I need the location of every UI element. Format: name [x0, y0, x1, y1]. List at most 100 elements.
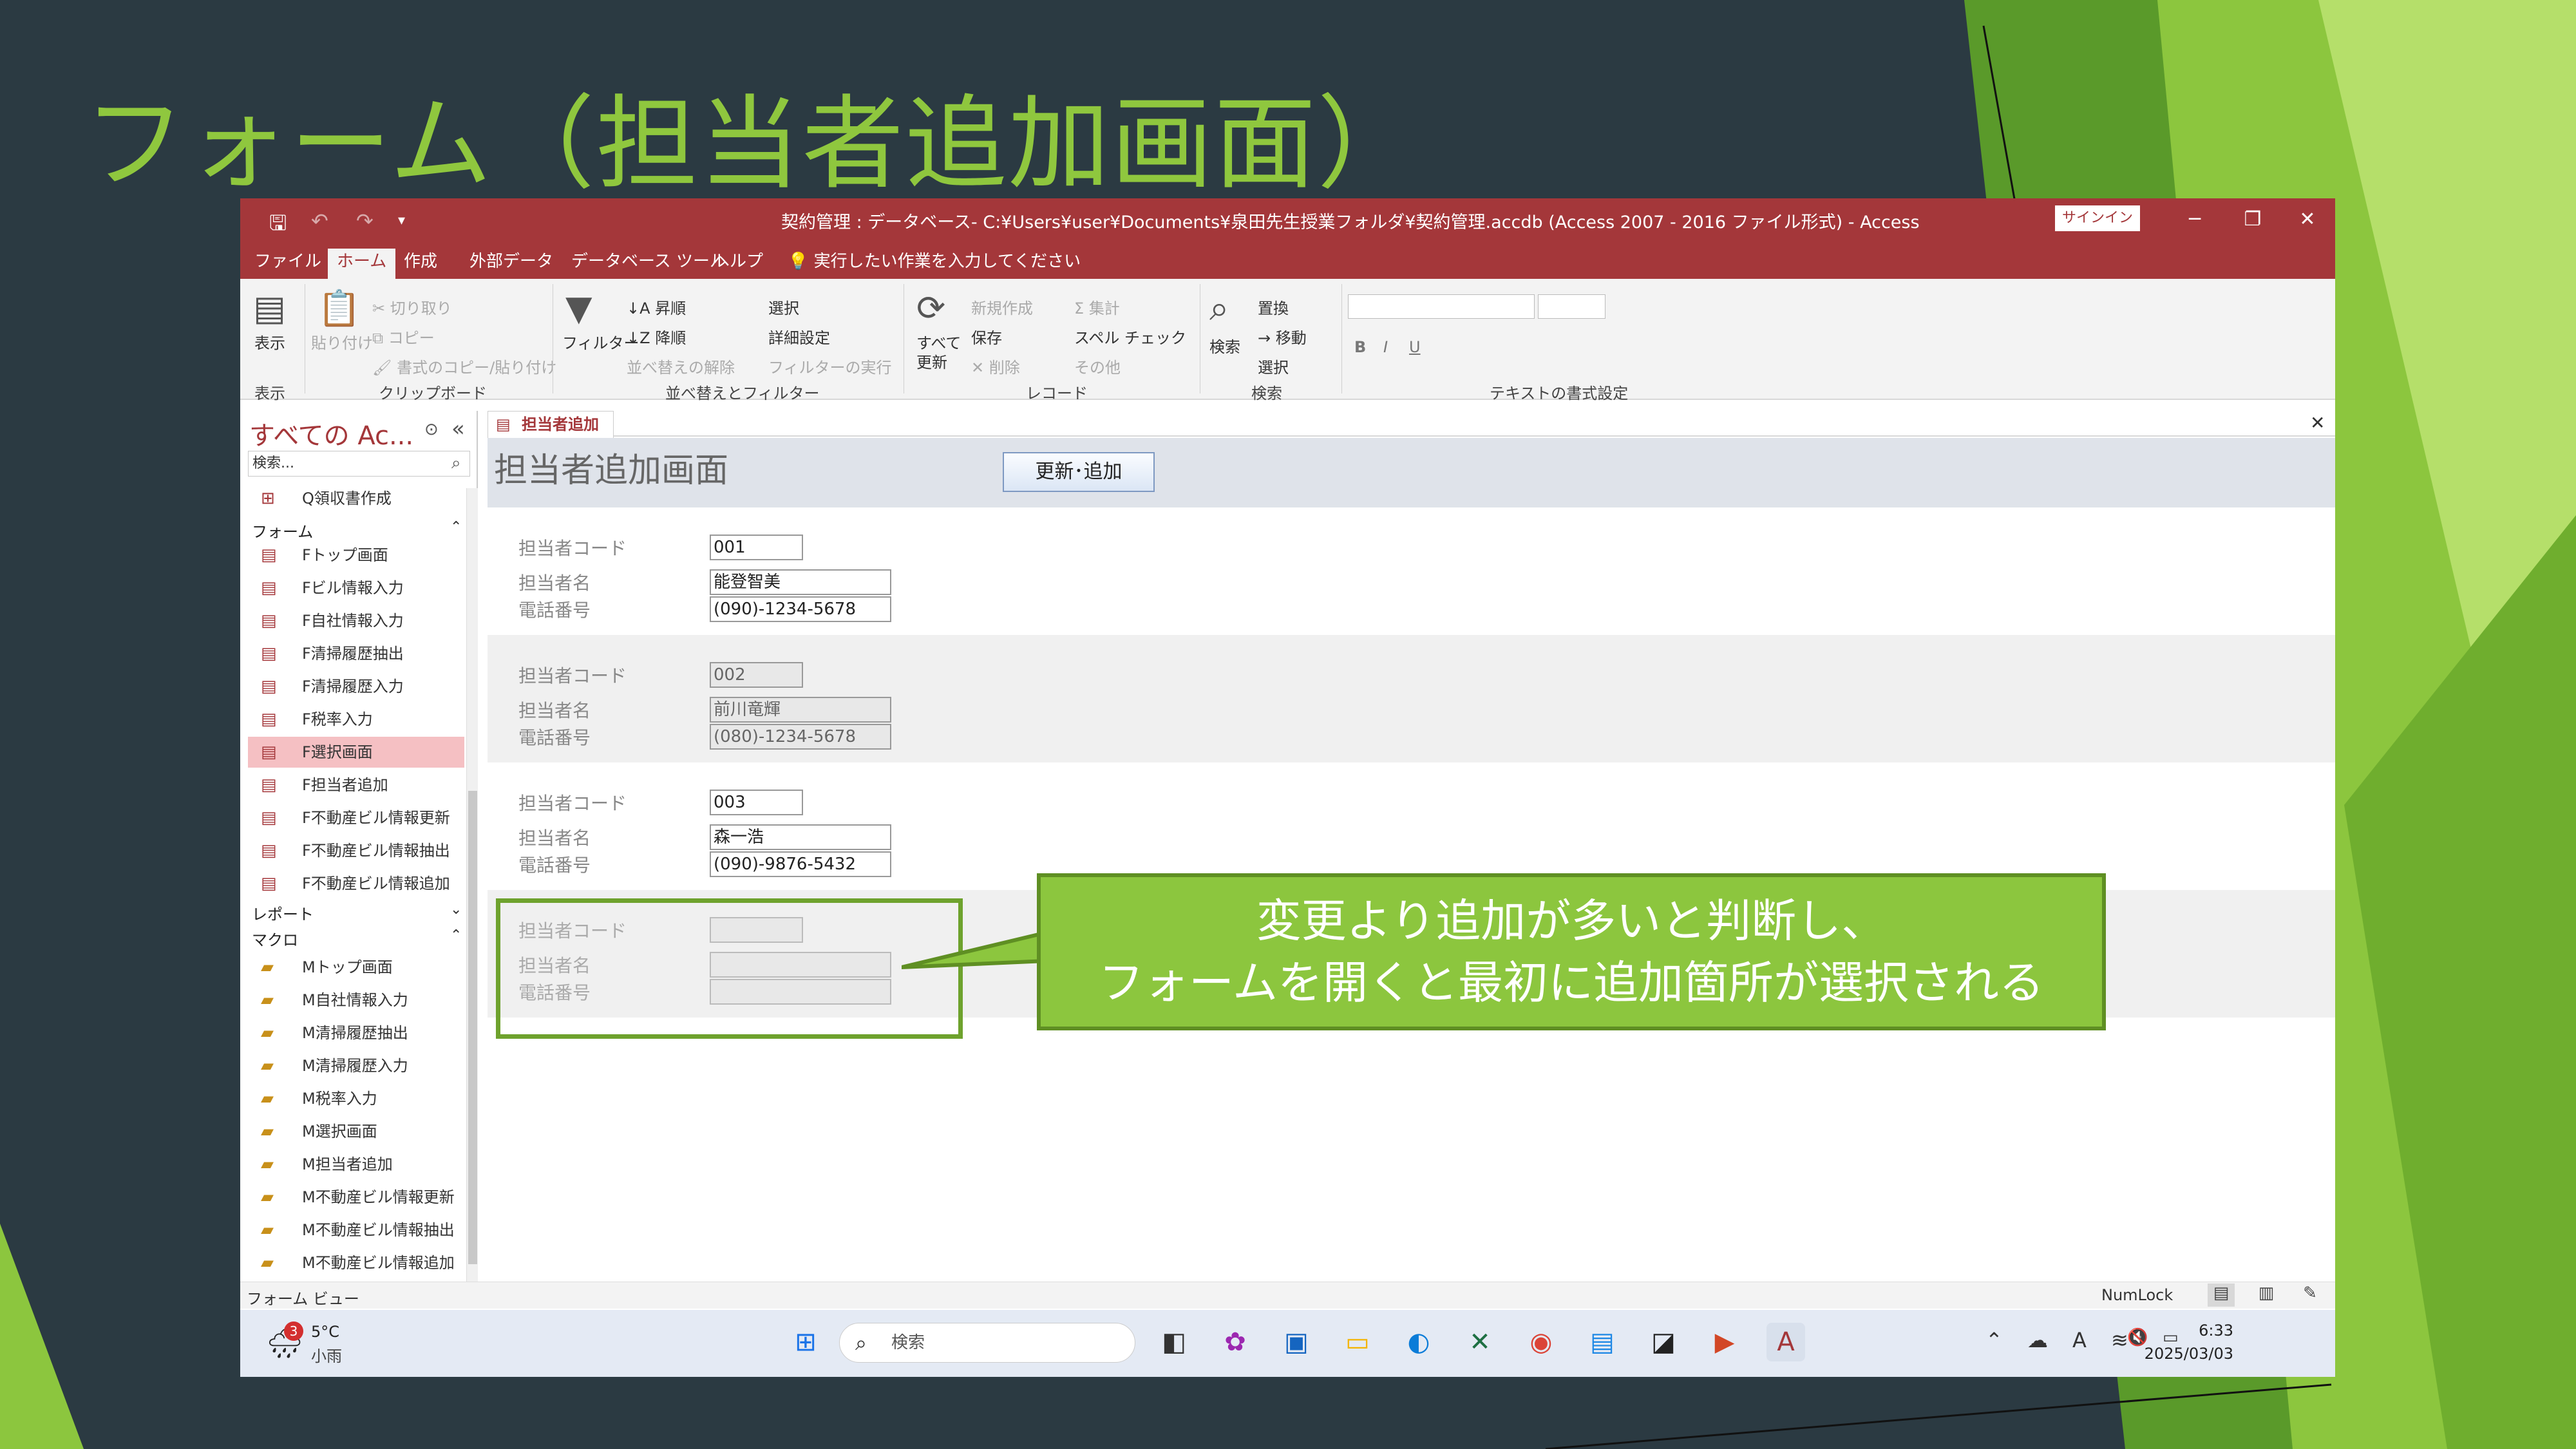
name-field[interactable]: 前川竜輝: [710, 697, 891, 723]
code-field[interactable]: 001: [710, 535, 803, 560]
windows-start-icon[interactable]: ⊞: [786, 1323, 825, 1361]
nav-group-macros[interactable]: マクロ: [252, 927, 298, 950]
nav-group-forms[interactable]: フォーム: [252, 519, 313, 542]
nav-dropdown-icon[interactable]: ⊙: [424, 420, 439, 439]
quick-access-dropdown-icon[interactable]: ▾: [398, 213, 405, 229]
advanced-filter-button[interactable]: 詳細設定: [768, 325, 830, 348]
tab-create[interactable]: 作成: [395, 249, 446, 279]
chevron-up-icon[interactable]: ⌃: [450, 519, 462, 535]
selection-filter-button[interactable]: 選択: [768, 296, 799, 318]
nav-item-form[interactable]: ▤ F不動産ビル情報更新: [248, 802, 464, 833]
chevron-down-icon[interactable]: ⌄: [450, 902, 462, 918]
nav-item-form[interactable]: ▤ F不動産ビル情報抽出: [248, 835, 464, 866]
update-add-button[interactable]: 更新･追加: [1003, 452, 1155, 492]
file-explorer-icon[interactable]: ▭: [1338, 1323, 1377, 1361]
nav-scroll-thumb[interactable]: [468, 791, 477, 1264]
nav-item-macro[interactable]: ▰ M清掃履歴入力: [248, 1050, 464, 1081]
taskbar-clock[interactable]: 6:33 2025/03/03: [2137, 1319, 2233, 1365]
spelling-button[interactable]: スペル チェック: [1074, 325, 1186, 348]
nav-item-macro[interactable]: ▰ Mトップ画面: [248, 952, 464, 983]
name-field[interactable]: 森一浩: [710, 824, 891, 850]
tab-external-data[interactable]: 外部データ: [460, 249, 562, 279]
nav-item-query[interactable]: ⊞ Q領収書作成: [248, 483, 464, 514]
new-record-button[interactable]: 新規作成: [971, 296, 1033, 318]
chrome-icon[interactable]: ◉: [1522, 1323, 1560, 1361]
phone-field[interactable]: [710, 979, 891, 1005]
font-size-select[interactable]: [1538, 294, 1605, 319]
sort-ascending-button[interactable]: ↓A 昇順: [627, 296, 686, 318]
paste-button[interactable]: 貼り付け: [311, 330, 373, 353]
nav-item-form[interactable]: ▤ F自社情報入力: [248, 605, 464, 636]
nav-item-macro[interactable]: ▰ M選択画面: [248, 1116, 464, 1147]
cut-button[interactable]: ✂ 切り取り: [372, 296, 452, 318]
code-field[interactable]: 003: [710, 790, 803, 815]
chevron-up-icon[interactable]: ⌃: [450, 927, 462, 943]
nav-item-macro[interactable]: ▰ M自社情報入力: [248, 985, 464, 1016]
design-view-icon[interactable]: ✎: [2297, 1283, 2324, 1307]
font-name-select[interactable]: [1348, 294, 1535, 319]
save-icon[interactable]: 🖫: [269, 209, 287, 243]
chevron-up-icon[interactable]: ⌃: [1985, 1328, 2003, 1352]
nav-item-form[interactable]: ▤ F清掃履歴入力: [248, 671, 464, 702]
nav-pane-title[interactable]: すべての Ac...: [249, 415, 413, 452]
nav-item-form[interactable]: ▤ F担当者追加: [248, 770, 464, 800]
underline-button[interactable]: U: [1409, 338, 1421, 356]
edge-icon[interactable]: ◐: [1399, 1323, 1438, 1361]
sort-descending-button[interactable]: ↓Z 降順: [627, 325, 686, 348]
code-field[interactable]: [710, 917, 803, 943]
phone-field[interactable]: (090)-1234-5678: [710, 596, 891, 622]
find-button[interactable]: 検索: [1209, 334, 1240, 357]
excel-icon[interactable]: ✕: [1461, 1323, 1499, 1361]
toggle-filter-button[interactable]: フィルターの実行: [768, 355, 892, 377]
sticky-notes-icon[interactable]: ◪: [1644, 1323, 1683, 1361]
tell-me-search[interactable]: 💡 実行したい作業を入力してください: [779, 249, 1090, 279]
save-record-button[interactable]: 保存: [971, 325, 1002, 348]
tab-staff-add-form[interactable]: ▤ 担当者追加: [488, 411, 614, 438]
signin-button[interactable]: サインイン: [2055, 205, 2140, 231]
name-field[interactable]: 能登智美: [710, 569, 891, 595]
more-button[interactable]: その他: [1074, 355, 1121, 377]
name-field[interactable]: [710, 952, 891, 978]
phone-field[interactable]: (080)-1234-5678: [710, 724, 891, 750]
close-document-icon[interactable]: ✕: [2310, 412, 2325, 433]
clear-sort-button[interactable]: 並べ替えの解除: [627, 355, 735, 377]
store-icon[interactable]: ▣: [1277, 1323, 1316, 1361]
nav-item-macro[interactable]: ▰ M税率入力: [248, 1083, 464, 1114]
powerpoint-icon[interactable]: ▶: [1705, 1323, 1744, 1361]
nav-item-form[interactable]: ▤ Fビル情報入力: [248, 573, 464, 603]
undo-icon[interactable]: ↶: [311, 209, 328, 233]
layout-view-icon[interactable]: ▥: [2253, 1283, 2280, 1307]
totals-button[interactable]: Σ 集計: [1074, 296, 1120, 318]
copilot-icon[interactable]: ✿: [1216, 1323, 1255, 1361]
access-icon[interactable]: A: [1766, 1323, 1805, 1361]
nav-item-macro[interactable]: ▰ M清掃履歴抽出: [248, 1018, 464, 1048]
minimize-button[interactable]: ─: [2172, 205, 2217, 234]
delete-record-button[interactable]: ✕ 削除: [971, 355, 1020, 377]
close-button[interactable]: ✕: [2285, 205, 2330, 234]
copy-button[interactable]: ⧉ コピー: [372, 325, 435, 348]
phone-field[interactable]: (090)-9876-5432: [710, 851, 891, 877]
tab-file[interactable]: ファイル: [245, 249, 330, 279]
form-view-icon[interactable]: ▤: [2208, 1283, 2235, 1307]
bold-button[interactable]: B: [1354, 338, 1366, 356]
notepad-icon[interactable]: ▤: [1583, 1323, 1622, 1361]
tab-help[interactable]: ヘルプ: [704, 249, 772, 279]
tab-home[interactable]: ホーム: [328, 249, 396, 279]
wifi-icon[interactable]: ≋: [2111, 1328, 2128, 1352]
nav-item-form[interactable]: ▤ F清掃履歴抽出: [248, 638, 464, 669]
nav-scrollbar[interactable]: [466, 488, 478, 1283]
search-icon[interactable]: ⌕: [451, 453, 461, 473]
italic-button[interactable]: I: [1383, 338, 1388, 356]
nav-item-macro[interactable]: ▰ M担当者追加: [248, 1149, 464, 1180]
task-view-icon[interactable]: ◧: [1155, 1323, 1193, 1361]
select-button[interactable]: 選択: [1258, 355, 1289, 377]
view-button[interactable]: 表示: [254, 330, 285, 353]
nav-item-form[interactable]: ▤ F税率入力: [248, 704, 464, 735]
nav-search-input[interactable]: 検索...: [248, 451, 470, 477]
cloud-offline-icon[interactable]: ☁: [2027, 1328, 2048, 1352]
weather-widget[interactable]: 🌧 3 5°C 小雨: [266, 1321, 369, 1367]
redo-icon[interactable]: ↷: [356, 209, 374, 233]
nav-item-macro[interactable]: ▰ M不動産ビル情報追加: [248, 1247, 464, 1278]
nav-item-macro[interactable]: ▰ M不動産ビル情報抽出: [248, 1215, 464, 1245]
nav-item-macro[interactable]: ▰ M不動産ビル情報更新: [248, 1182, 464, 1213]
